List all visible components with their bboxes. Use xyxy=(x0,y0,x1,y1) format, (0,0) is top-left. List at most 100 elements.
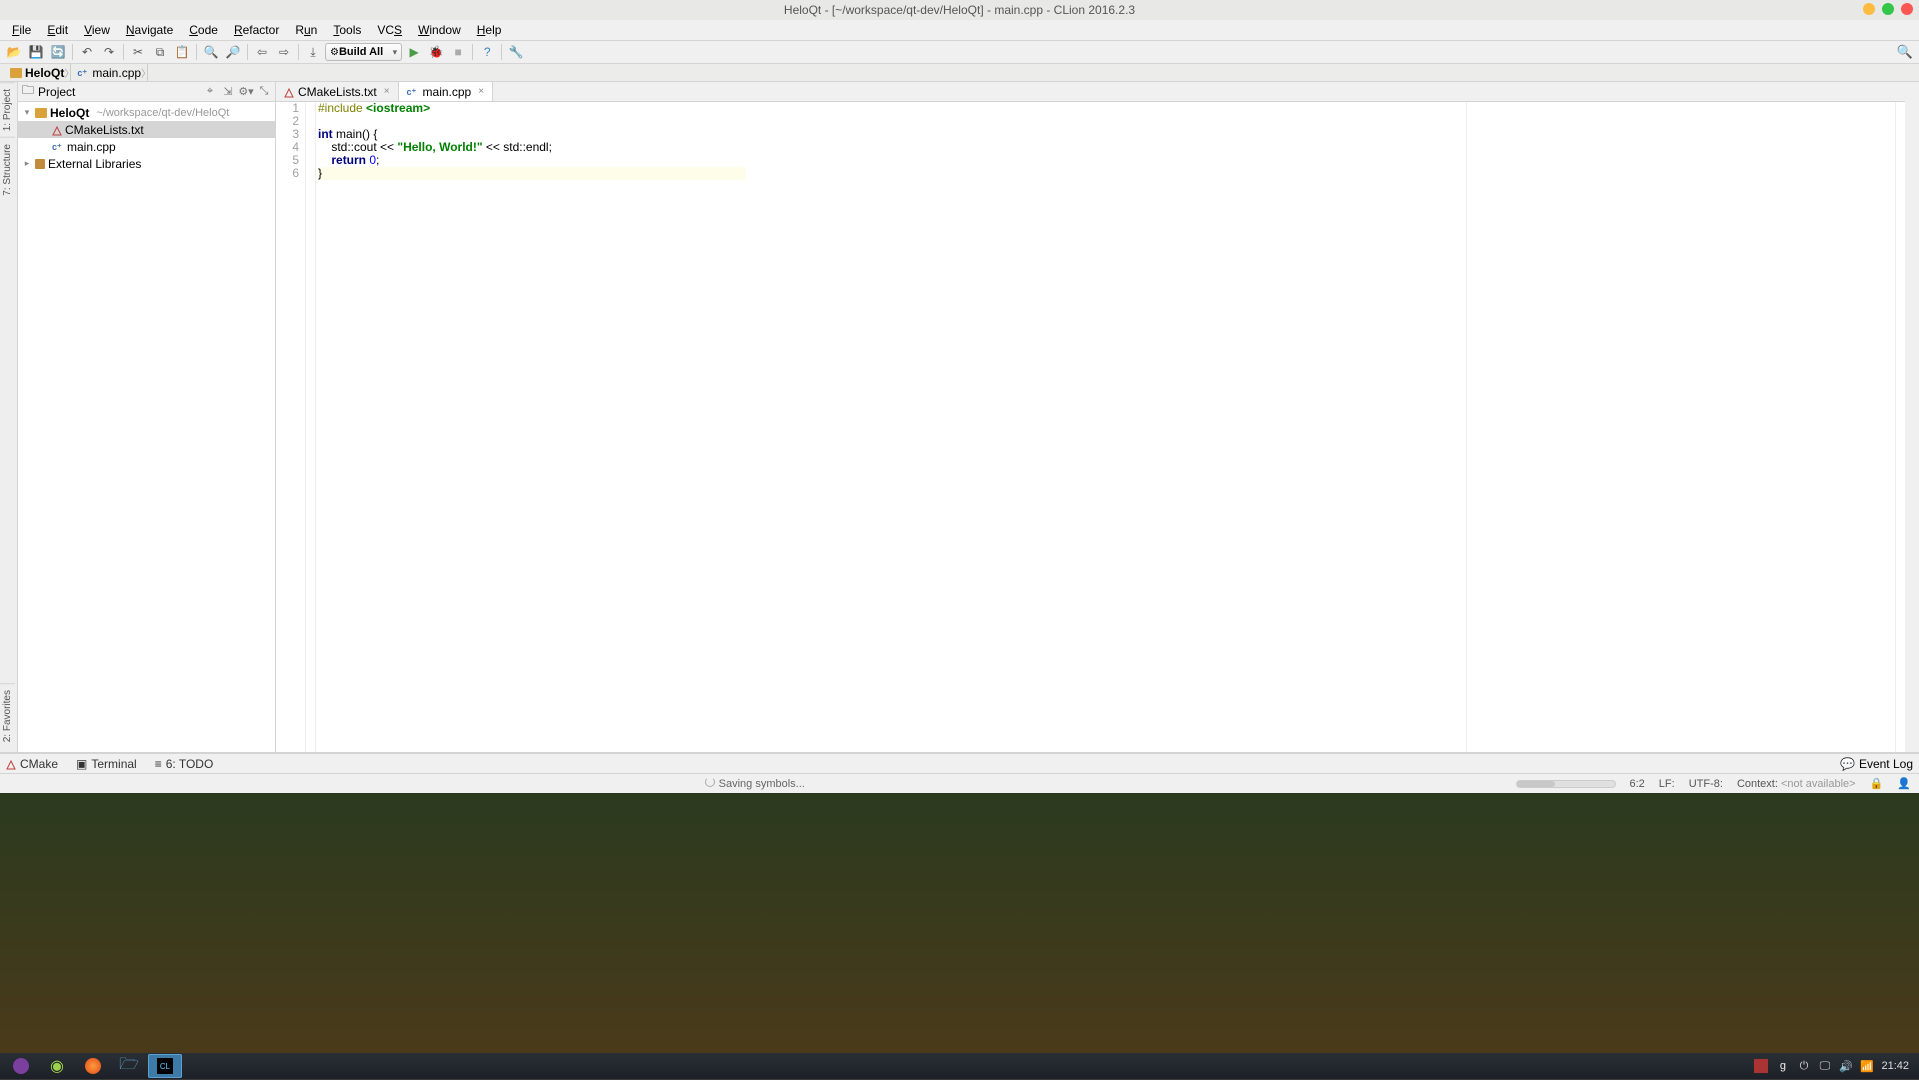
menu-window[interactable]: Window xyxy=(410,21,469,39)
toolbar-separator xyxy=(472,44,473,60)
menu-file[interactable]: File xyxy=(4,21,39,39)
menu-navigate[interactable]: Navigate xyxy=(118,21,181,39)
project-panel-header: 🗀 Project ⌖ ⇲ ⚙▾ ⤡ xyxy=(18,82,275,102)
close-tab-icon[interactable]: × xyxy=(478,86,484,97)
undo-icon[interactable]: ↶ xyxy=(77,42,97,62)
tree-file-maincpp[interactable]: c⁺ main.cpp xyxy=(18,138,275,155)
breadcrumb-label: HeloQt xyxy=(25,66,64,80)
breadcrumb-root[interactable]: HeloQt xyxy=(4,64,71,81)
replace-icon[interactable]: 🔎 xyxy=(223,42,243,62)
fold-strip[interactable] xyxy=(306,102,316,752)
find-icon[interactable]: 🔍 xyxy=(201,42,221,62)
forward-icon[interactable]: ⇨ xyxy=(274,42,294,62)
settings-icon[interactable]: ⚙▾ xyxy=(239,85,253,99)
copy-icon[interactable]: ⧉ xyxy=(150,42,170,62)
tray-g-icon[interactable]: g xyxy=(1776,1060,1789,1073)
menu-tools[interactable]: Tools xyxy=(325,21,369,39)
tab-label: main.cpp xyxy=(423,85,472,99)
menu-code[interactable]: Code xyxy=(181,21,226,39)
tab-maincpp[interactable]: c⁺ main.cpp × xyxy=(399,82,494,101)
maximize-button[interactable] xyxy=(1882,3,1894,15)
sync-icon[interactable]: 🔄 xyxy=(48,42,68,62)
cmake-tool-button[interactable]: CMake xyxy=(6,757,58,771)
cut-icon[interactable]: ✂ xyxy=(128,42,148,62)
menu-view[interactable]: View xyxy=(76,21,118,39)
expand-icon[interactable]: ▾ xyxy=(22,107,32,118)
terminal-tool-button[interactable]: ▣ Terminal xyxy=(76,757,137,771)
display-icon[interactable]: 🖵 xyxy=(1818,1060,1831,1073)
breadcrumb-file[interactable]: c⁺ main.cpp xyxy=(71,64,148,81)
hide-icon[interactable]: ⤡ xyxy=(257,85,271,99)
cmake-file-icon xyxy=(284,87,294,97)
toolbar-separator xyxy=(123,44,124,60)
menu-help[interactable]: Help xyxy=(469,21,510,39)
project-tool-tab[interactable]: 1: Project xyxy=(0,82,15,137)
open-icon[interactable]: 📂 xyxy=(4,42,24,62)
menu-bar[interactable]: File Edit View Navigate Code Refactor Ru… xyxy=(0,20,1919,40)
run-icon[interactable]: ▶ xyxy=(404,42,424,62)
build-icon[interactable]: ⤓ xyxy=(303,42,323,62)
debug-icon[interactable]: 🐞 xyxy=(426,42,446,62)
show-desktop-button[interactable]: ◉ xyxy=(40,1054,74,1078)
code-content[interactable]: #include <iostream> int main() { std::co… xyxy=(316,102,746,752)
paste-icon[interactable]: 📋 xyxy=(172,42,192,62)
scroll-from-source-icon[interactable]: ⌖ xyxy=(203,85,217,99)
menu-run[interactable]: Run xyxy=(287,21,325,39)
code-editor[interactable]: 1 2 3 4 5 6 #include <iostream> int main… xyxy=(276,102,1905,752)
toolbar-separator xyxy=(72,44,73,60)
build-config-combo[interactable]: ⚙ Build All xyxy=(325,43,402,61)
menu-refactor[interactable]: Refactor xyxy=(226,21,287,39)
todo-tool-button[interactable]: ≡ 6: TODO xyxy=(155,757,214,771)
save-all-icon[interactable]: 💾 xyxy=(26,42,46,62)
desktop-wallpaper xyxy=(0,793,1919,1053)
file-encoding[interactable]: UTF-8: xyxy=(1689,778,1723,790)
tab-label: CMakeLists.txt xyxy=(298,85,377,99)
error-stripe[interactable] xyxy=(1895,102,1905,752)
start-menu-button[interactable] xyxy=(4,1054,38,1078)
terminal-icon: ▣ xyxy=(76,757,87,771)
project-tree[interactable]: ▾ HeloQt ~/workspace/qt-dev/HeloQt CMake… xyxy=(18,102,275,752)
power-icon[interactable]: ⏻ xyxy=(1797,1060,1810,1073)
volume-icon[interactable]: 🔊 xyxy=(1839,1060,1852,1073)
status-message: Saving symbols... xyxy=(8,777,1502,790)
tree-label: External Libraries xyxy=(48,157,141,171)
close-tab-icon[interactable]: × xyxy=(384,86,390,97)
lock-icon[interactable]: 🔒 xyxy=(1870,777,1884,790)
tool-label: 6: TODO xyxy=(166,757,214,771)
close-button[interactable] xyxy=(1901,3,1913,15)
menu-edit[interactable]: Edit xyxy=(39,21,76,39)
menu-vcs[interactable]: VCS xyxy=(369,21,410,39)
structure-tool-tab[interactable]: 7: Structure xyxy=(0,137,15,202)
inspector-icon[interactable]: 👤 xyxy=(1897,777,1911,790)
collapse-all-icon[interactable]: ⇲ xyxy=(221,85,235,99)
tray-clock[interactable]: 21:42 xyxy=(1881,1060,1909,1072)
tree-external-libs[interactable]: ▸ External Libraries xyxy=(18,155,275,172)
tree-project-root[interactable]: ▾ HeloQt ~/workspace/qt-dev/HeloQt xyxy=(18,104,275,121)
back-icon[interactable]: ⇦ xyxy=(252,42,272,62)
search-icon[interactable]: 🔍 xyxy=(1897,44,1913,60)
tray-app-icon[interactable] xyxy=(1754,1059,1768,1073)
favorites-tool-tab[interactable]: 2: Favorites xyxy=(0,683,15,748)
settings-icon[interactable]: 🔧 xyxy=(506,42,526,62)
minimize-button[interactable] xyxy=(1863,3,1875,15)
redo-icon[interactable]: ↷ xyxy=(99,42,119,62)
help-icon[interactable]: ? xyxy=(477,42,497,62)
event-log-button[interactable]: 💬 Event Log xyxy=(1840,757,1913,771)
firefox-button[interactable] xyxy=(76,1054,110,1078)
window-controls xyxy=(1863,3,1913,15)
editor-area: CMakeLists.txt × c⁺ main.cpp × 1 2 3 4 5… xyxy=(276,82,1905,752)
caret-position[interactable]: 6:2 xyxy=(1630,778,1645,790)
memory-indicator[interactable] xyxy=(1516,780,1616,788)
line-ending[interactable]: LF: xyxy=(1659,778,1675,790)
files-button[interactable]: 🗁 xyxy=(112,1054,146,1078)
left-tool-gutter: 1: Project 7: Structure 2: Favorites xyxy=(0,82,18,752)
toolbar-separator xyxy=(501,44,502,60)
clion-taskbar-button[interactable]: CL xyxy=(148,1054,182,1078)
expand-icon[interactable]: ▸ xyxy=(22,158,32,169)
wifi-icon[interactable]: 📶 xyxy=(1860,1060,1873,1073)
tab-cmakelists[interactable]: CMakeLists.txt × xyxy=(276,82,399,101)
stop-icon[interactable]: ■ xyxy=(448,42,468,62)
tree-file-cmakelists[interactable]: CMakeLists.txt xyxy=(18,121,275,138)
cpp-file-icon: c⁺ xyxy=(407,87,419,97)
project-panel-title: Project xyxy=(38,85,75,99)
